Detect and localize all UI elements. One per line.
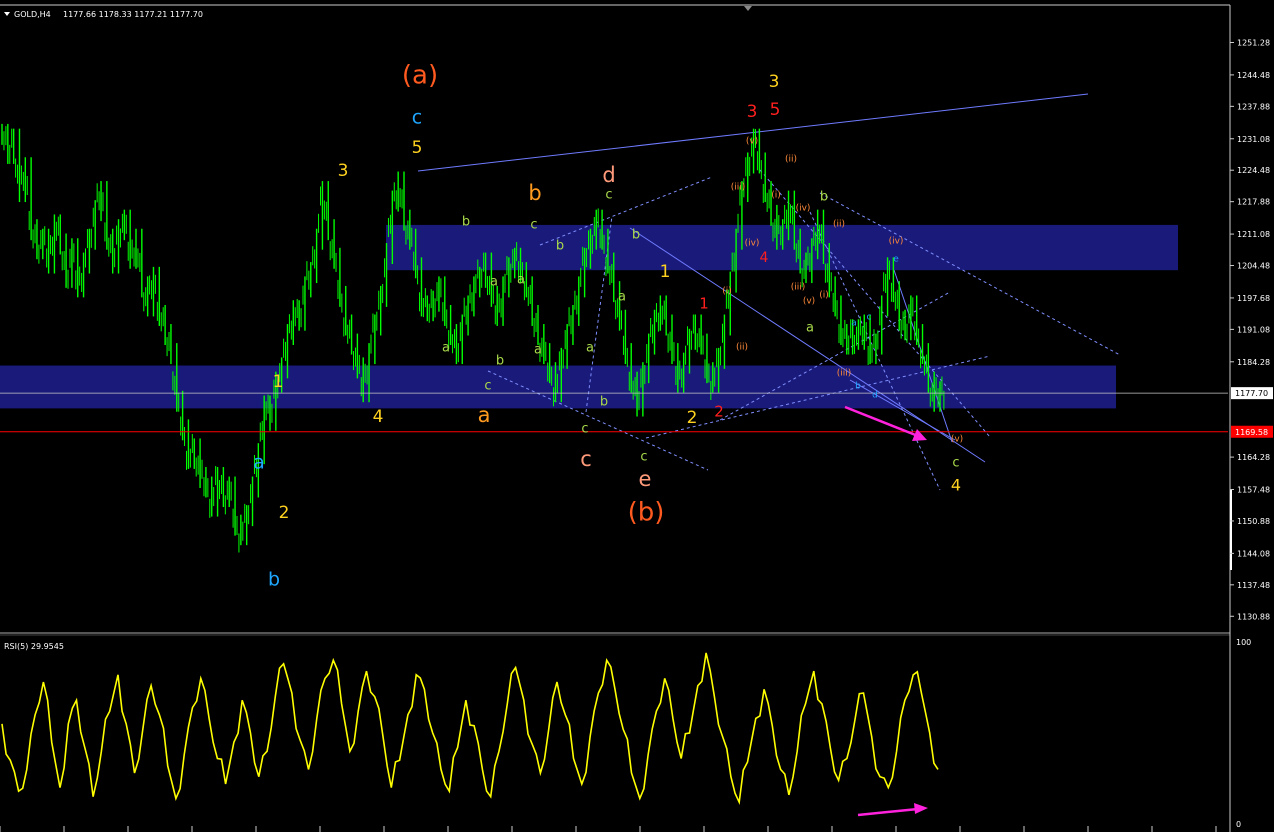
wave-label: (i) xyxy=(771,191,781,201)
wave-label: c xyxy=(530,218,537,233)
wave-label: 2 xyxy=(714,403,724,421)
wave-label: c xyxy=(581,422,588,437)
y-tick-label: 1130.88 xyxy=(1237,612,1270,621)
rsi-tick-label: 100 xyxy=(1236,638,1251,647)
wave-label: 1 xyxy=(273,372,284,392)
wave-label: a xyxy=(851,319,857,329)
wave-label: 4 xyxy=(760,250,769,266)
wave-label: (ii) xyxy=(785,155,797,165)
y-tick-label: 1150.88 xyxy=(1237,517,1270,526)
y-tick-label: 1204.48 xyxy=(1237,262,1270,271)
wave-label: 4 xyxy=(951,476,961,495)
wave-label: d xyxy=(602,163,615,187)
wave-label: a xyxy=(490,275,498,290)
y-tick-label: 1137.48 xyxy=(1237,581,1270,590)
wave-label: (iv) xyxy=(889,237,904,247)
wave-label: b xyxy=(855,382,861,392)
wave-label: a xyxy=(253,452,265,474)
y-tick-label: 1184.28 xyxy=(1237,358,1270,367)
y-tick-label: 1211.08 xyxy=(1237,230,1270,239)
wave-label: (ii) xyxy=(833,220,845,230)
y-tick-label: 1217.88 xyxy=(1237,198,1270,207)
wave-label: a xyxy=(478,403,491,427)
wave-label: b xyxy=(528,181,541,205)
y-tick-label: 1164.28 xyxy=(1237,453,1270,462)
symbol-label: GOLD,H4 xyxy=(14,10,51,19)
wave-label: b xyxy=(600,395,608,410)
wave-label: 4 xyxy=(373,407,384,427)
wave-label: 3 xyxy=(338,161,349,181)
wave-label: 3 xyxy=(747,102,758,122)
wave-label: b xyxy=(820,190,828,205)
last-price-label: 1177.70 xyxy=(1235,389,1268,398)
wave-label: c xyxy=(484,379,491,394)
rsi-tick-label: 0 xyxy=(1236,820,1241,829)
wave-label: (iv) xyxy=(796,204,811,214)
y-tick-label: 1157.48 xyxy=(1237,486,1270,495)
wave-label: a xyxy=(586,341,594,356)
support-price-label: 1169.58 xyxy=(1235,428,1268,437)
wave-label: (b) xyxy=(628,498,665,528)
wave-label: b xyxy=(268,569,280,591)
y-tick-label: 1197.68 xyxy=(1237,294,1270,303)
wave-label: 1 xyxy=(660,262,671,282)
wave-label: (iii) xyxy=(731,183,746,193)
gold-h4-chart: (a)c5314a2bbdace(b)33 54112 2b cbcba aaa a abc… xyxy=(0,0,1274,832)
wave-label: c xyxy=(640,450,647,465)
wave-label: a xyxy=(442,341,450,356)
wave-label: (a) xyxy=(402,61,438,91)
rsi-title: RSI(5) 29.9545 xyxy=(4,642,64,651)
y-tick-label: 1224.48 xyxy=(1237,166,1270,175)
y-tick-label: 1191.08 xyxy=(1237,325,1270,334)
y-tick-label: 1244.48 xyxy=(1237,71,1270,80)
wave-label: b xyxy=(632,228,640,243)
wave-label: (ii) xyxy=(736,343,748,353)
wave-label: 2 xyxy=(687,408,698,428)
ohlc-label: 1177.66 1178.33 1177.21 1177.70 xyxy=(63,10,203,19)
wave-label: c xyxy=(952,456,959,471)
wave-label: 2 xyxy=(279,503,290,523)
wave-label: d xyxy=(872,391,878,401)
y-tick-label: 1231.08 xyxy=(1237,135,1270,144)
wave-label: b xyxy=(496,354,504,369)
wave-label: a xyxy=(534,343,542,358)
y-tick-label: 1144.08 xyxy=(1237,549,1270,558)
wave-label: (v) xyxy=(803,297,815,307)
wave-label: 5 xyxy=(412,138,423,158)
wave-label: c xyxy=(580,447,592,471)
wave-label: (iv) xyxy=(745,239,760,249)
wave-label: b xyxy=(556,239,564,254)
wave-label: 1 xyxy=(699,295,709,313)
wave-label: a xyxy=(517,273,525,288)
wave-label: a xyxy=(806,321,814,336)
wave-label: (v) xyxy=(746,137,758,147)
y-tick-label: 1251.28 xyxy=(1237,38,1270,47)
zone-2 xyxy=(0,365,1116,409)
wave-label: e xyxy=(893,255,899,265)
wave-label: a xyxy=(618,290,626,305)
wave-label: c xyxy=(605,188,612,203)
wave-label: (iii) xyxy=(837,369,852,379)
wave-label: c xyxy=(412,107,422,129)
wave-label: 5 xyxy=(770,100,781,120)
wave-label: (i) xyxy=(722,287,732,297)
wave-label: (iii) xyxy=(791,283,806,293)
wave-label: c xyxy=(867,313,872,323)
wave-label: b xyxy=(462,215,470,230)
wave-label: e xyxy=(639,467,652,491)
y-tick-label: 1237.88 xyxy=(1237,102,1270,111)
wave-label: 3 xyxy=(769,72,780,92)
wave-label: (v) xyxy=(951,435,963,445)
wave-label: (i) xyxy=(819,291,829,301)
